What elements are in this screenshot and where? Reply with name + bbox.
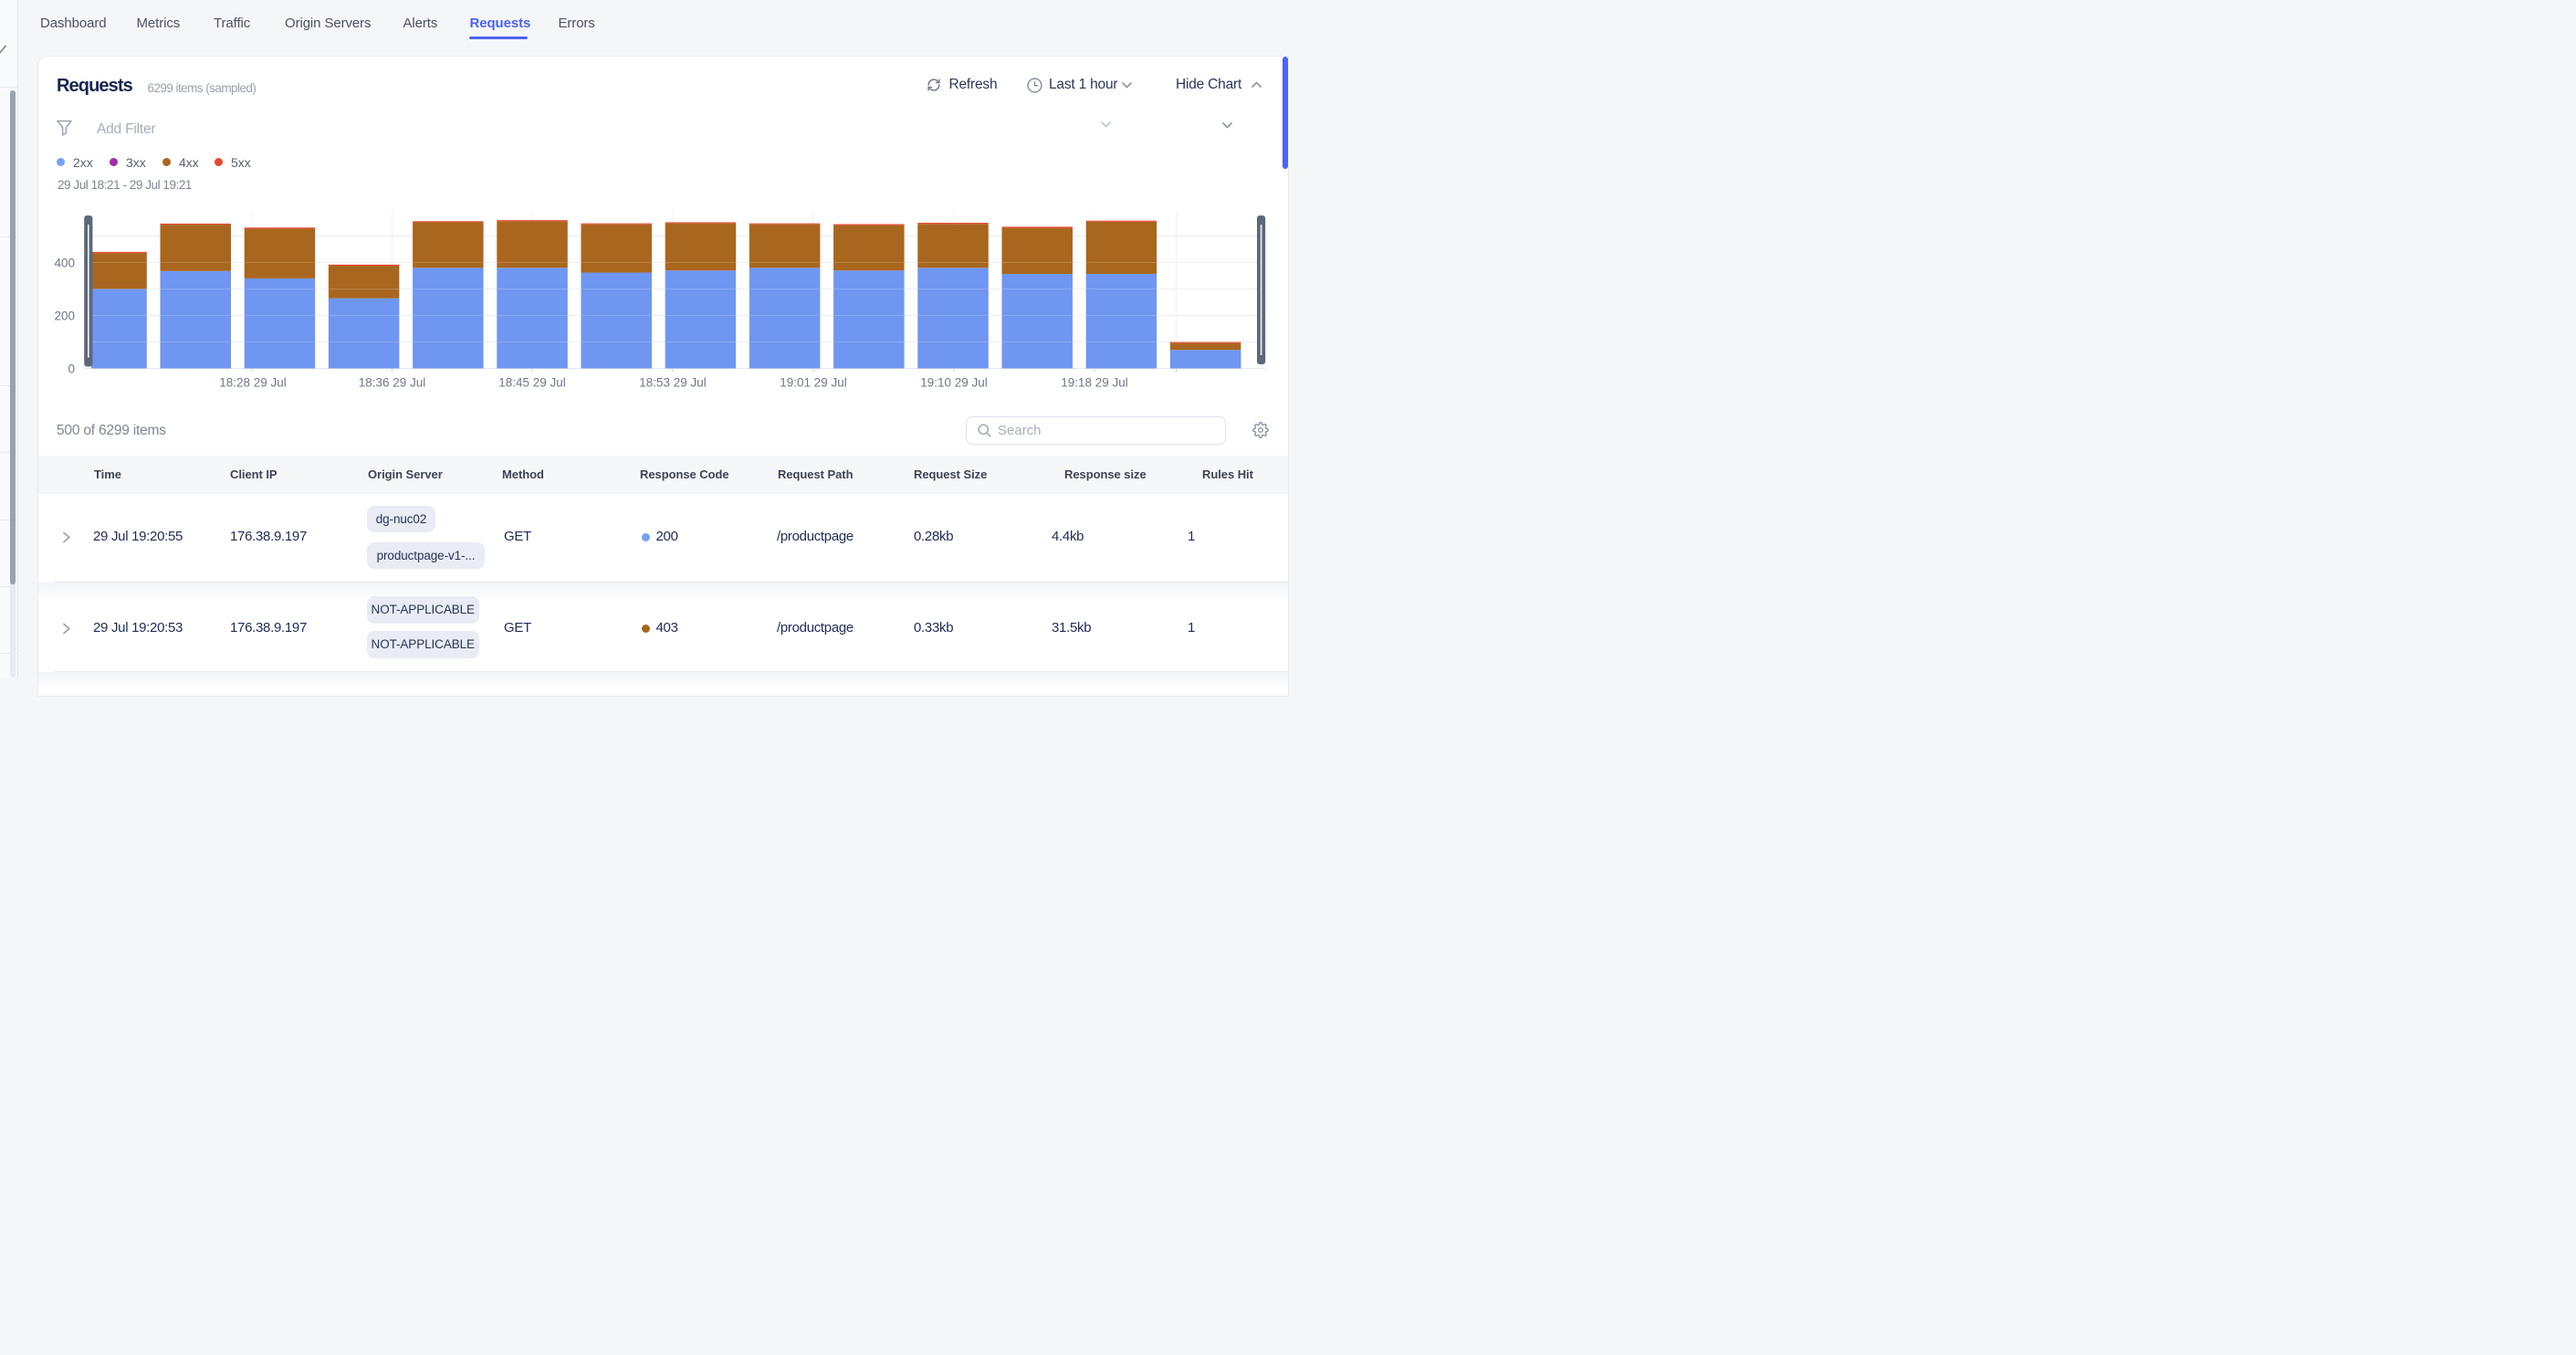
- svg-text:0: 0: [68, 362, 75, 376]
- svg-text:200: 200: [54, 310, 75, 323]
- svg-text:18:36 29 Jul: 18:36 29 Jul: [359, 376, 426, 390]
- svg-text:400: 400: [54, 257, 75, 270]
- svg-text:18:28 29 Jul: 18:28 29 Jul: [219, 376, 287, 390]
- svg-text:19:18 29 Jul: 19:18 29 Jul: [1061, 376, 1128, 390]
- svg-text:18:53 29 Jul: 18:53 29 Jul: [639, 376, 707, 390]
- svg-text:19:10 29 Jul: 19:10 29 Jul: [920, 376, 988, 390]
- svg-text:19:01 29 Jul: 19:01 29 Jul: [780, 376, 847, 390]
- svg-text:18:45 29 Jul: 18:45 29 Jul: [498, 376, 566, 390]
